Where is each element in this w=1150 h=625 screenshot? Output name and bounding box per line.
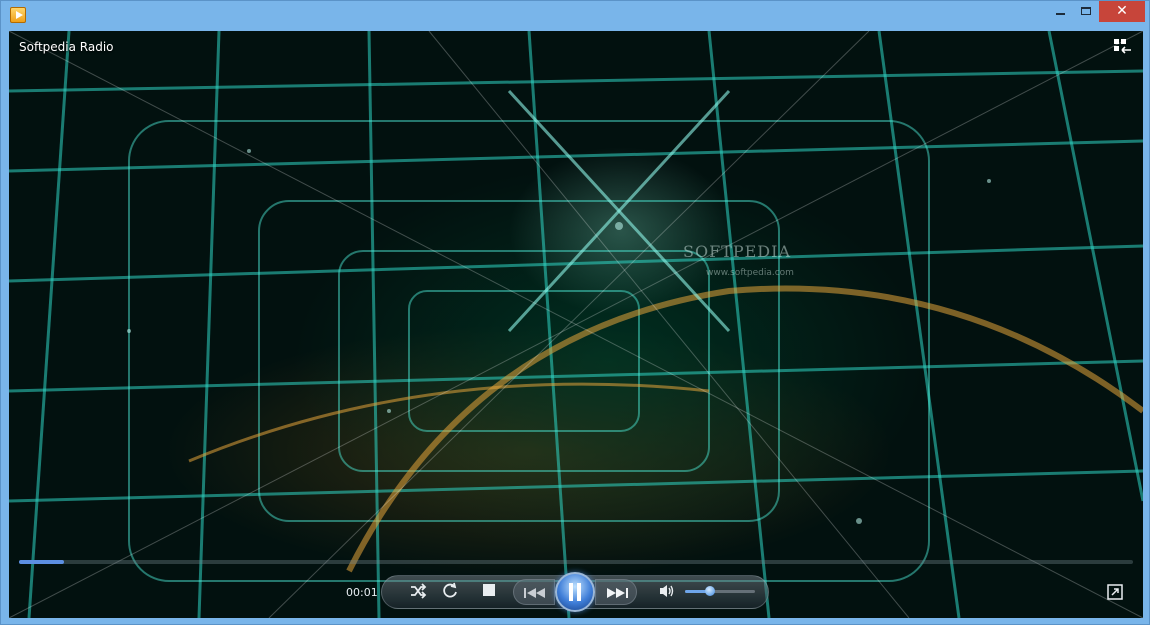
next-icon[interactable] (595, 579, 637, 605)
fullscreen-icon[interactable] (1107, 584, 1123, 600)
maximize-button[interactable] (1073, 1, 1099, 22)
seek-progress (19, 560, 64, 564)
seek-slider[interactable] (19, 560, 1133, 564)
close-icon: ✕ (1116, 3, 1128, 19)
volume-thumb[interactable] (704, 586, 715, 596)
close-button[interactable]: ✕ (1099, 1, 1145, 22)
title-bar[interactable]: ✕ (1, 1, 1149, 31)
previous-icon[interactable] (513, 579, 555, 605)
elapsed-time: 00:01 (346, 586, 378, 599)
media-player-icon[interactable] (10, 7, 26, 23)
pause-icon[interactable] (555, 572, 595, 612)
visualization-graphic (9, 31, 1143, 618)
minimize-button[interactable] (1047, 1, 1073, 22)
minimize-icon (1056, 13, 1065, 15)
volume-slider[interactable] (685, 586, 755, 596)
stream-title: Softpedia Radio (19, 40, 114, 54)
switch-to-library-icon[interactable] (1114, 39, 1132, 55)
shuffle-icon[interactable] (409, 582, 427, 600)
maximize-icon (1081, 7, 1091, 15)
repeat-icon[interactable] (441, 582, 459, 600)
visualization-area[interactable]: Softpedia Radio SOFTPEDIA www.softpedia.… (9, 31, 1143, 618)
stop-icon[interactable] (483, 584, 495, 596)
watermark-text: SOFTPEDIA (683, 242, 791, 261)
player-window: ✕ Softpedia Radio SOFTPEDIA www.softpedi… (0, 0, 1150, 625)
watermark-url: www.softpedia.com (706, 268, 794, 278)
volume-icon[interactable] (659, 583, 675, 599)
